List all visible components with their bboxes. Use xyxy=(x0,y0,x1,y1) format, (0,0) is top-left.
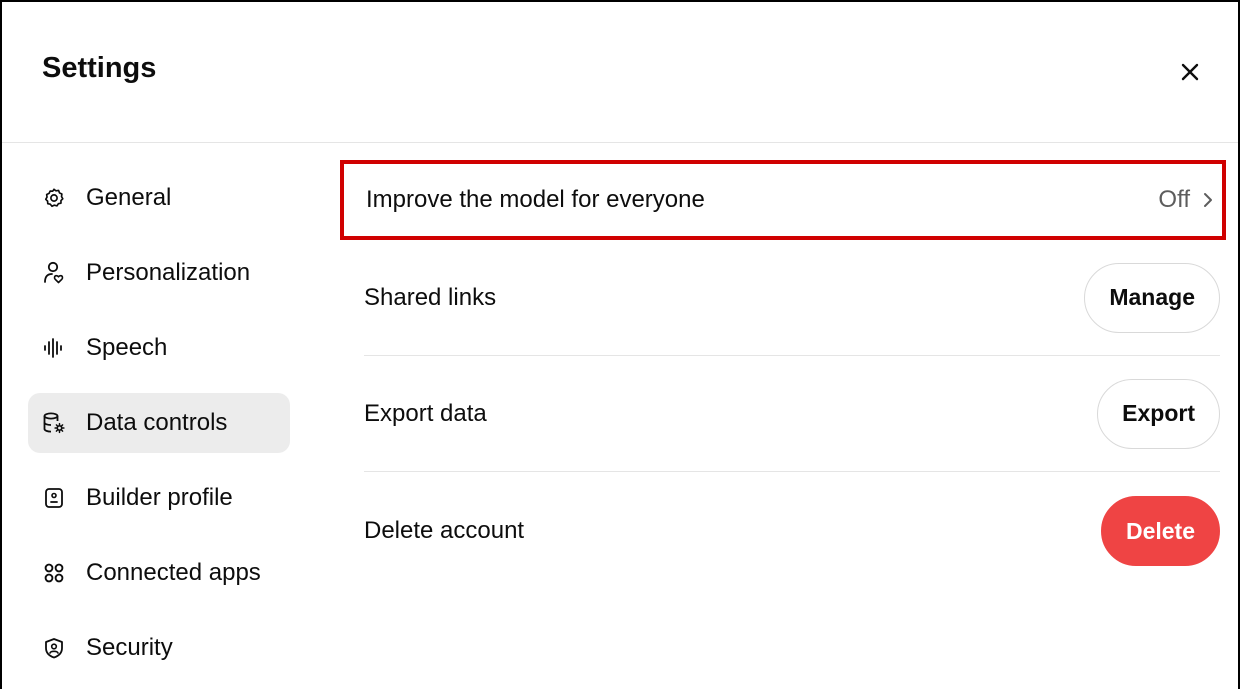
export-data-label: Export data xyxy=(364,399,487,427)
sidebar-item-label: Data controls xyxy=(86,409,228,436)
sidebar-item-builder-profile[interactable]: Builder profile xyxy=(28,468,290,528)
close-button[interactable] xyxy=(1170,52,1210,92)
delete-button[interactable]: Delete xyxy=(1100,496,1220,566)
settings-sidebar: General Personalization Speech Data cont… xyxy=(28,168,290,693)
data-controls-panel: Improve the model for everyone Off Share… xyxy=(340,160,1226,590)
shared-links-label: Shared links xyxy=(364,283,497,311)
sidebar-item-personalization[interactable]: Personalization xyxy=(28,243,290,303)
badge-icon xyxy=(42,486,66,510)
sidebar-item-speech[interactable]: Speech xyxy=(28,318,290,378)
improve-model-label: Improve the model for everyone xyxy=(366,186,705,213)
sidebar-item-label: Speech xyxy=(86,334,168,361)
dialog-title: Settings xyxy=(42,52,157,84)
waveform-icon xyxy=(42,336,66,360)
sidebar-item-label: Builder profile xyxy=(86,484,233,511)
sidebar-item-label: Connected apps xyxy=(86,559,261,586)
export-data-row: Export data Export xyxy=(364,356,1220,472)
shared-links-row: Shared links Manage xyxy=(364,240,1220,356)
shield-icon xyxy=(42,636,66,660)
apps-grid-icon xyxy=(42,561,66,585)
delete-account-row: Delete account Delete xyxy=(364,472,1220,590)
person-icon xyxy=(42,261,66,285)
sidebar-item-data-controls[interactable]: Data controls xyxy=(28,393,290,453)
chevron-right-icon xyxy=(1204,193,1212,207)
improve-model-row[interactable]: Improve the model for everyone Off xyxy=(340,160,1226,240)
sidebar-item-security[interactable]: Security xyxy=(28,618,290,678)
improve-model-value-group: Off xyxy=(1158,186,1214,214)
improve-model-value: Off xyxy=(1158,186,1190,213)
dialog-header: Settings xyxy=(2,2,1238,143)
gear-icon xyxy=(42,186,66,210)
sidebar-item-label: General xyxy=(86,184,172,211)
settings-dialog: Settings General Personalization Speech … xyxy=(0,0,1240,689)
sidebar-item-connected-apps[interactable]: Connected apps xyxy=(28,543,290,603)
database-icon xyxy=(42,411,66,435)
close-icon xyxy=(1181,63,1199,81)
export-button[interactable]: Export xyxy=(1097,378,1220,449)
delete-account-label: Delete account xyxy=(364,517,525,544)
manage-button[interactable]: Manage xyxy=(1084,262,1220,333)
sidebar-item-general[interactable]: General xyxy=(28,168,290,228)
sidebar-item-label: Personalization xyxy=(86,259,251,286)
sidebar-item-label: Security xyxy=(86,634,173,661)
